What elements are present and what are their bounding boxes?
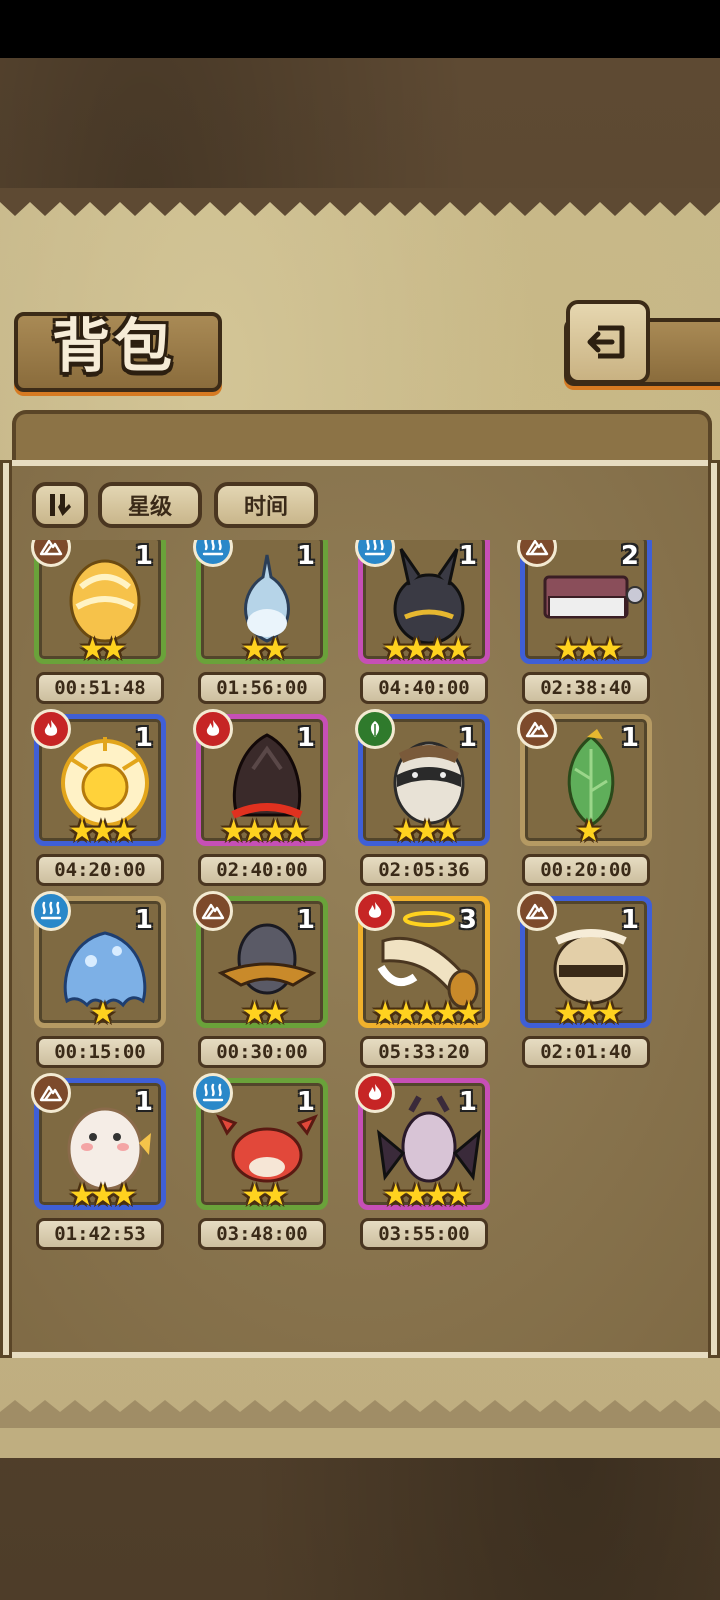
hatch-timer: 02:40:00 (198, 854, 326, 886)
hatch-timer: 00:15:00 (36, 1036, 164, 1068)
item-count: 1 (458, 723, 477, 753)
star-rating: ★★★ (554, 996, 624, 1031)
inventory-item[interactable]: 1 ★★★★ 03:55:00 (354, 1073, 504, 1254)
star-rating: ★ (575, 814, 603, 849)
hatch-timer: 03:48:00 (198, 1218, 326, 1250)
fire-element-icon (355, 1073, 395, 1113)
item-grid: 1 ★★ 00:51:48 1 ★★ 01:56:00 1 ★★★★ 04:40:00 2 ★★★ 0… (30, 540, 690, 1310)
page-title: 背包 (51, 312, 176, 380)
hatch-timer: 01:42:53 (36, 1218, 164, 1250)
earth-element-icon (193, 891, 233, 931)
water-element-icon (31, 891, 71, 931)
panel-header (12, 410, 712, 464)
star-rating: ★★★ (392, 814, 462, 849)
inventory-item[interactable]: 3 ★★★★★ 05:33:20 (354, 891, 504, 1072)
fire-element-icon (193, 709, 233, 749)
star-rating: ★★★ (68, 814, 138, 849)
inventory-item[interactable]: 1 ★★★ 01:42:53 (30, 1073, 180, 1254)
zigzag-border-bottom (0, 1400, 720, 1428)
item-count: 1 (620, 723, 639, 753)
star-rating: ★★ (241, 996, 289, 1031)
back-button[interactable] (566, 300, 650, 384)
back-arrow-icon (587, 325, 625, 359)
item-count: 1 (134, 723, 153, 753)
star-rating: ★★★★ (382, 632, 472, 667)
star-rating: ★★★ (68, 1178, 138, 1213)
star-rating: ★★ (79, 632, 127, 667)
panel-right-rail (708, 460, 720, 1358)
zigzag-border-top (0, 188, 720, 216)
hatch-timer: 00:20:00 (522, 854, 650, 886)
inventory-item[interactable]: 1 ★★★★ 02:40:00 (192, 709, 342, 890)
hatch-timer: 02:05:36 (360, 854, 488, 886)
star-rating: ★★ (241, 1178, 289, 1213)
hatch-timer: 00:51:48 (36, 672, 164, 704)
hatch-timer: 04:40:00 (360, 672, 488, 704)
inventory-item[interactable]: 1 ★★ 00:30:00 (192, 891, 342, 1072)
star-rating: ★ (89, 996, 117, 1031)
item-count: 3 (458, 905, 477, 935)
item-count: 1 (296, 541, 315, 571)
wood-element-icon (355, 709, 395, 749)
inventory-item[interactable]: 1 ★★★ 02:05:36 (354, 709, 504, 890)
sort-by-star-button[interactable]: 星级 (98, 482, 202, 528)
hatch-timer: 03:55:00 (360, 1218, 488, 1250)
status-bar (0, 0, 720, 58)
star-rating: ★★ (241, 632, 289, 667)
sort-order-toggle[interactable] (32, 482, 88, 528)
inventory-item[interactable]: 1 ★ 00:15:00 (30, 891, 180, 1072)
item-count: 1 (134, 1087, 153, 1117)
sort-order-icon (50, 494, 71, 516)
hatch-timer: 01:56:00 (198, 672, 326, 704)
fire-element-icon (31, 709, 71, 749)
water-element-icon (193, 1073, 233, 1113)
star-rating: ★★★★ (220, 814, 310, 849)
star-rating: ★★★ (554, 632, 624, 667)
hatch-timer: 02:38:40 (522, 672, 650, 704)
panel-left-rail (0, 460, 12, 1358)
inventory-item[interactable]: 1 ★★ 01:56:00 (192, 540, 342, 708)
item-count: 2 (620, 541, 639, 571)
item-count: 1 (296, 723, 315, 753)
inventory-item[interactable]: 1 ★★ 00:51:48 (30, 540, 180, 708)
earth-element-icon (517, 709, 557, 749)
item-count: 1 (458, 1087, 477, 1117)
inventory-item[interactable]: 2 ★★★ 02:38:40 (516, 540, 666, 708)
earth-element-icon (517, 891, 557, 931)
hatch-timer: 05:33:20 (360, 1036, 488, 1068)
inventory-item[interactable]: 1 ★★★★ 04:40:00 (354, 540, 504, 708)
inventory-item[interactable]: 1 ★★★ 04:20:00 (30, 709, 180, 890)
star-rating: ★★★★★ (371, 996, 482, 1031)
item-count: 1 (134, 541, 153, 571)
item-count: 1 (458, 541, 477, 571)
earth-element-icon (31, 1073, 71, 1113)
sort-by-time-button[interactable]: 时间 (214, 482, 318, 528)
star-rating: ★★★★ (382, 1178, 472, 1213)
item-count: 1 (134, 905, 153, 935)
hatch-timer: 04:20:00 (36, 854, 164, 886)
item-count: 1 (296, 1087, 315, 1117)
fire-element-icon (355, 891, 395, 931)
inventory-item[interactable]: 1 ★★ 03:48:00 (192, 1073, 342, 1254)
item-count: 1 (620, 905, 639, 935)
inventory-item[interactable]: 1 ★ 00:20:00 (516, 709, 666, 890)
hatch-timer: 00:30:00 (198, 1036, 326, 1068)
inventory-item[interactable]: 1 ★★★ 02:01:40 (516, 891, 666, 1072)
item-count: 1 (296, 905, 315, 935)
hatch-timer: 02:01:40 (522, 1036, 650, 1068)
